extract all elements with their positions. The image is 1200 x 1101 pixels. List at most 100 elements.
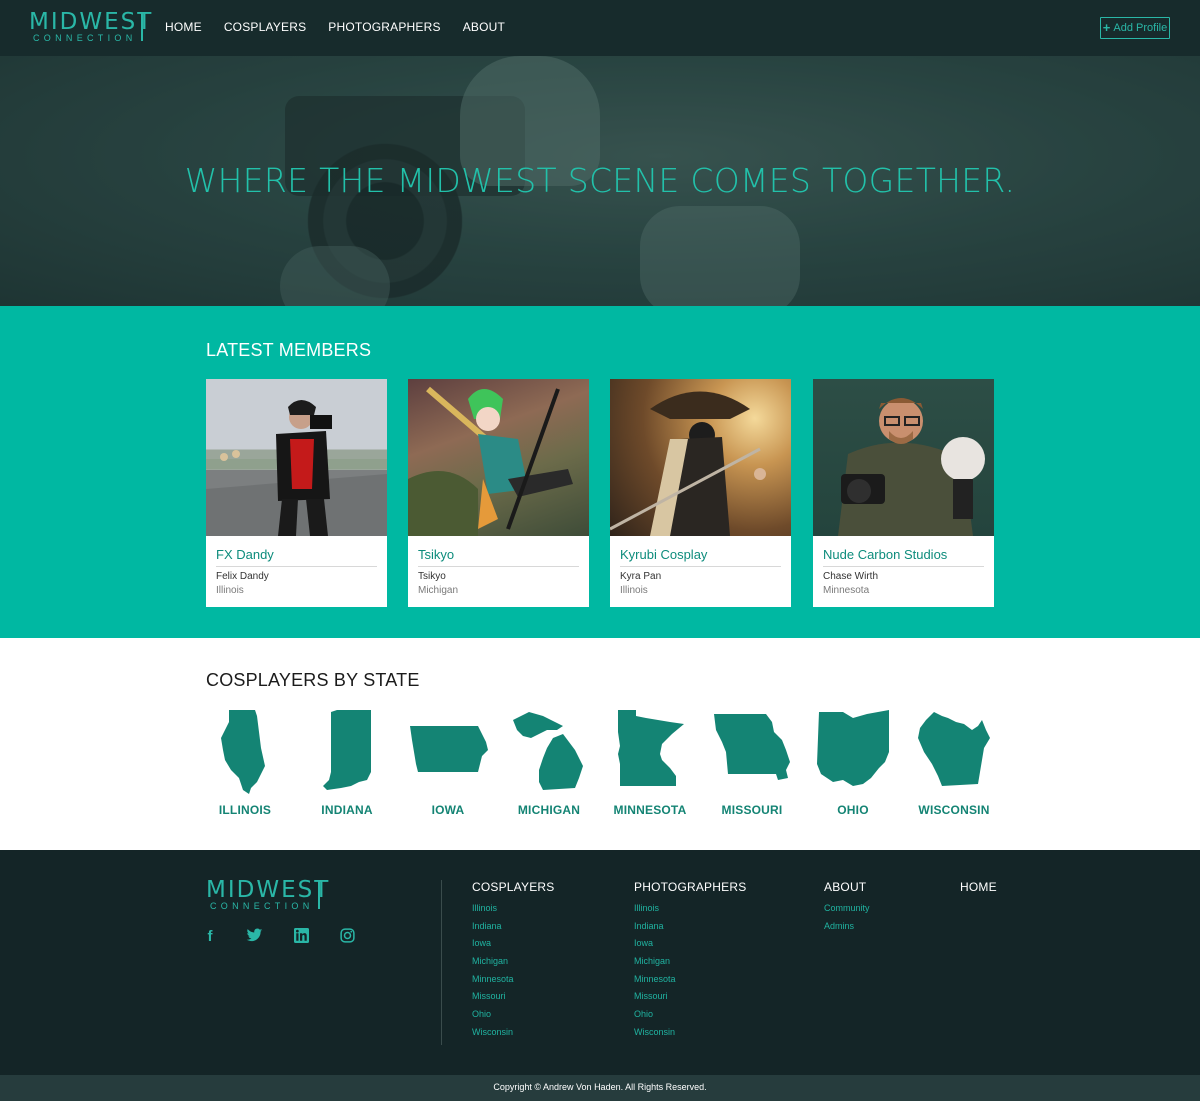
footer-heading[interactable]: ABOUT <box>824 880 870 894</box>
logo-bar <box>318 880 320 909</box>
state-label: MISSOURI <box>721 803 783 817</box>
state-ohio[interactable]: OHIO <box>803 708 903 828</box>
state-label: MINNESOTA <box>613 803 687 817</box>
member-state: Illinois <box>216 585 244 596</box>
plus-icon: + <box>1102 20 1111 35</box>
footer-cosplayers-column: COSPLAYERS Illinois Indiana Iowa Michiga… <box>472 880 554 1044</box>
card-divider <box>823 566 984 567</box>
nav-menu: HOME COSPLAYERS PHOTOGRAPHERS ABOUT <box>165 20 505 34</box>
member-handle[interactable]: Kyrubi Cosplay <box>620 547 707 562</box>
twitter-icon[interactable] <box>245 928 263 946</box>
nav-cosplayers[interactable]: COSPLAYERS <box>224 20 306 34</box>
ohio-map-icon <box>817 710 889 786</box>
footer-link[interactable]: Wisconsin <box>634 1026 746 1044</box>
hero-banner: WHERE THE MIDWEST SCENE COMES TOGETHER. <box>0 56 1200 306</box>
state-label: IOWA <box>431 803 465 817</box>
latest-members-section: LATEST MEMBERS FX Dandy Felix Dandy Illi… <box>0 306 1200 638</box>
logo-main-text: MIDWEST <box>29 9 154 35</box>
instagram-icon[interactable] <box>338 928 356 946</box>
footer-link[interactable]: Michigan <box>634 955 746 973</box>
state-label: OHIO <box>837 803 869 817</box>
member-card[interactable]: FX Dandy Felix Dandy Illinois <box>206 379 387 607</box>
site-footer: MIDWEST CONNECTION f COSPLAYERS Illinois… <box>0 850 1200 1075</box>
state-indiana[interactable]: INDIANA <box>297 708 397 828</box>
footer-heading[interactable]: PHOTOGRAPHERS <box>634 880 746 894</box>
brand-logo[interactable]: MIDWEST CONNECTION <box>29 10 151 44</box>
hero-headline: WHERE THE MIDWEST SCENE COMES TOGETHER. <box>184 161 1016 200</box>
member-photo <box>408 379 589 536</box>
copyright-bar: Copyright © Andrew Von Haden. All Rights… <box>0 1075 1200 1101</box>
state-minnesota[interactable]: MINNESOTA <box>600 708 700 828</box>
illinois-map-icon <box>221 710 265 794</box>
iowa-map-icon <box>410 726 488 772</box>
footer-link[interactable]: Iowa <box>472 937 554 955</box>
footer-link[interactable]: Iowa <box>634 937 746 955</box>
footer-logo[interactable]: MIDWEST CONNECTION <box>206 878 328 912</box>
state-illinois[interactable]: ILLINOIS <box>195 708 295 828</box>
member-handle[interactable]: Tsikyo <box>418 547 454 562</box>
footer-link[interactable]: Missouri <box>634 990 746 1008</box>
footer-heading[interactable]: HOME <box>960 880 997 894</box>
logo-sub-text: CONNECTION <box>33 33 137 43</box>
footer-divider <box>441 880 442 1045</box>
nav-home[interactable]: HOME <box>165 20 202 34</box>
logo-bar <box>141 12 143 41</box>
missouri-map-icon <box>714 714 790 780</box>
top-navbar: MIDWEST CONNECTION HOME COSPLAYERS PHOTO… <box>0 0 1200 56</box>
footer-heading[interactable]: COSPLAYERS <box>472 880 554 894</box>
member-photo <box>206 379 387 536</box>
linkedin-icon[interactable] <box>292 928 310 946</box>
member-card[interactable]: Kyrubi Cosplay Kyra Pan Illinois <box>610 379 791 607</box>
michigan-map-icon <box>513 712 583 790</box>
footer-link[interactable]: Indiana <box>472 920 554 938</box>
member-state: Illinois <box>620 585 648 596</box>
states-section: COSPLAYERS BY STATE ILLINOIS INDIANA IOW… <box>0 638 1200 850</box>
footer-link[interactable]: Missouri <box>472 990 554 1008</box>
state-michigan[interactable]: MICHIGAN <box>499 708 599 828</box>
footer-home-column: HOME <box>960 880 997 902</box>
facebook-icon[interactable]: f <box>201 928 219 946</box>
card-divider <box>620 566 781 567</box>
logo-main-text: MIDWEST <box>206 877 331 903</box>
footer-link[interactable]: Community <box>824 902 870 920</box>
states-title: COSPLAYERS BY STATE <box>206 670 420 690</box>
member-name: Chase Wirth <box>823 571 879 582</box>
member-name: Tsikyo <box>418 571 446 582</box>
footer-link[interactable]: Illinois <box>634 902 746 920</box>
member-state: Minnesota <box>823 585 870 596</box>
member-photo <box>813 379 994 536</box>
footer-link[interactable]: Minnesota <box>472 973 554 991</box>
add-profile-button[interactable]: + Add Profile <box>1100 17 1170 39</box>
member-name: Felix Dandy <box>216 571 269 582</box>
member-card[interactable]: Tsikyo Tsikyo Michigan <box>408 379 589 607</box>
footer-link[interactable]: Michigan <box>472 955 554 973</box>
member-card[interactable]: Nude Carbon Studios Chase Wirth Minnesot… <box>813 379 994 607</box>
member-handle[interactable]: FX Dandy <box>216 547 274 562</box>
member-photo <box>610 379 791 536</box>
footer-link[interactable]: Minnesota <box>634 973 746 991</box>
indiana-map-icon <box>323 710 371 790</box>
state-iowa[interactable]: IOWA <box>398 708 498 828</box>
card-divider <box>216 566 377 567</box>
minnesota-map-icon <box>618 710 684 786</box>
footer-link[interactable]: Wisconsin <box>472 1026 554 1044</box>
member-handle[interactable]: Nude Carbon Studios <box>823 547 947 562</box>
add-profile-label: Add Profile <box>1113 22 1168 34</box>
state-wisconsin[interactable]: WISCONSIN <box>904 708 1004 828</box>
member-state: Michigan <box>418 585 459 596</box>
footer-link[interactable]: Illinois <box>472 902 554 920</box>
footer-link[interactable]: Indiana <box>634 920 746 938</box>
state-label: WISCONSIN <box>918 803 990 817</box>
nav-photographers[interactable]: PHOTOGRAPHERS <box>328 20 440 34</box>
footer-link[interactable]: Ohio <box>472 1008 554 1026</box>
wisconsin-map-icon <box>918 712 990 786</box>
member-name: Kyra Pan <box>620 571 662 582</box>
state-missouri[interactable]: MISSOURI <box>702 708 802 828</box>
footer-link[interactable]: Ohio <box>634 1008 746 1026</box>
latest-members-title: LATEST MEMBERS <box>206 340 372 360</box>
footer-link[interactable]: Admins <box>824 920 870 938</box>
nav-about[interactable]: ABOUT <box>463 20 505 34</box>
footer-about-column: ABOUT Community Admins <box>824 880 870 937</box>
state-label: INDIANA <box>321 803 373 817</box>
state-label: MICHIGAN <box>517 803 581 817</box>
